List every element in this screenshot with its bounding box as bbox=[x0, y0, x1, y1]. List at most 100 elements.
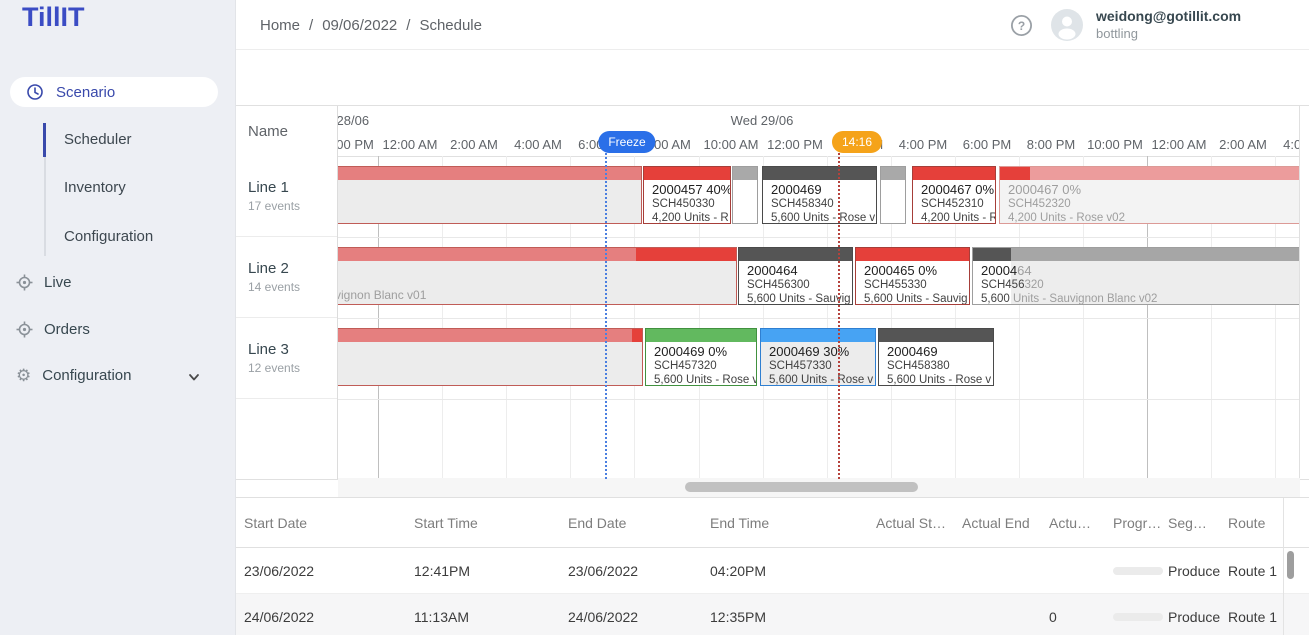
sidebar-item-orders[interactable]: Orders bbox=[16, 321, 90, 338]
resource-name: Line 1 bbox=[248, 179, 337, 196]
gantt-bar[interactable]: 2000469 30%SCH4573305,600 Units - Rose v bbox=[760, 328, 876, 386]
column-header[interactable]: Actu… bbox=[1049, 515, 1113, 531]
column-header[interactable]: Seg… bbox=[1168, 515, 1228, 531]
gantt-bar[interactable]: 2000467 0%SCH4523204,200 Units - Rose v0… bbox=[999, 166, 1300, 224]
freeze-line bbox=[605, 153, 607, 479]
column-header[interactable]: Route bbox=[1228, 515, 1283, 531]
timeline-time-label: 10:00 PM bbox=[1087, 137, 1143, 152]
breadcrumb-date[interactable]: 09/06/2022 bbox=[322, 17, 397, 34]
column-header[interactable]: End Time bbox=[710, 515, 876, 531]
breadcrumb-separator: / bbox=[406, 17, 410, 34]
column-header[interactable]: Actual End bbox=[962, 515, 1049, 531]
column-header[interactable]: Progr… bbox=[1113, 515, 1168, 531]
tillit-logo: TillIT bbox=[22, 2, 85, 33]
gantt-bar-body bbox=[881, 180, 905, 223]
sidebar-item-label: Live bbox=[44, 274, 72, 291]
chevron-down-icon[interactable] bbox=[187, 370, 201, 384]
timeline-time-label: 12:00 PM bbox=[767, 137, 823, 152]
resource-row-label: Line 2 14 events bbox=[236, 237, 337, 318]
breadcrumb-schedule[interactable]: Schedule bbox=[419, 17, 482, 34]
user-email: weidong@gotillit.com bbox=[1096, 8, 1241, 24]
table-body: 23/06/202212:41PM23/06/202204:20PMProduc… bbox=[236, 548, 1309, 635]
gantt-bar-body: 2000467 0%SCH4523204,200 Units - Rose v0… bbox=[1000, 180, 1300, 223]
gantt-bar-body: 2000469 30%SCH4573305,600 Units - Rose v bbox=[761, 342, 875, 385]
sidebar: TillIT Scenario Scheduler Inventory Conf… bbox=[0, 0, 236, 635]
gantt-bar-body: 2000469SCH4583805,600 Units - Rose v bbox=[879, 342, 993, 385]
timeline-time-label: 12:00 AM bbox=[383, 137, 438, 152]
gantt-bar-body: vignon Blanc v01 bbox=[338, 261, 736, 304]
gantt-bar[interactable] bbox=[880, 166, 906, 224]
scheduler-toolbar: WEEK bbox=[236, 50, 1309, 105]
gantt-bar[interactable] bbox=[338, 328, 643, 386]
help-icon[interactable]: ? bbox=[1010, 14, 1033, 37]
gantt-bar-body: 2000465 0%SCH4553305,600 Units - Sauvig bbox=[856, 261, 969, 304]
column-header[interactable]: End Date bbox=[568, 515, 710, 531]
gantt-bar[interactable]: vignon Blanc v01 bbox=[338, 247, 737, 305]
table-cell: Produce bbox=[1168, 563, 1228, 579]
gantt-bar[interactable]: 2000465 0%SCH4553305,600 Units - Sauvig bbox=[855, 247, 970, 305]
gantt-chart: Name Line 117 eventsLine 214 eventsLine … bbox=[236, 105, 1309, 480]
gantt-bar-body bbox=[733, 180, 757, 223]
sidebar-item-live[interactable]: Live bbox=[16, 274, 72, 291]
avatar[interactable] bbox=[1051, 9, 1083, 41]
table-row[interactable]: 23/06/202212:41PM23/06/202204:20PMProduc… bbox=[236, 548, 1309, 594]
active-indicator bbox=[43, 123, 46, 157]
gantt-bar[interactable]: 2000469 0%SCH4573205,600 Units - Rose v bbox=[645, 328, 757, 386]
gantt-bar-caption: vignon Blanc v01 bbox=[338, 288, 426, 302]
gantt-bar[interactable]: 2000464SCH4563205,600 Units - Sauvignon … bbox=[972, 247, 1300, 305]
timeline-time-label: 4:00 AM bbox=[1283, 137, 1300, 152]
sidebar-item-scheduler[interactable]: Scheduler bbox=[64, 131, 132, 151]
sidebar-item-configuration-sub[interactable]: Configuration bbox=[64, 228, 153, 248]
resource-name: Line 3 bbox=[248, 341, 337, 358]
gantt-name-col: Name Line 117 eventsLine 214 eventsLine … bbox=[236, 106, 338, 479]
gantt-bar[interactable]: 2000469SCH4583805,600 Units - Rose v bbox=[878, 328, 994, 386]
sidebar-item-scenario[interactable]: Scenario bbox=[10, 77, 218, 107]
column-header[interactable]: Actual St… bbox=[876, 515, 962, 531]
gantt-bar-header bbox=[1000, 167, 1300, 180]
gantt-bar[interactable]: 2000469SCH4583405,600 Units - Rose v bbox=[762, 166, 877, 224]
table-right-divider bbox=[1283, 498, 1284, 635]
table-cell: 12:35PM bbox=[710, 609, 876, 625]
freeze-badge[interactable]: Freeze bbox=[598, 131, 655, 153]
table-cell: Route 1 bbox=[1228, 609, 1283, 625]
table-cell: 24/06/2022 bbox=[244, 609, 414, 625]
sidebar-item-configuration[interactable]: ⚙ Configuration bbox=[16, 367, 131, 384]
table-cell: 23/06/2022 bbox=[568, 563, 710, 579]
gantt-bar[interactable]: 2000464SCH4563005,600 Units - Sauvig bbox=[738, 247, 853, 305]
timeline-time-label: 4:00 PM bbox=[899, 137, 947, 152]
timeline-header-divider bbox=[338, 156, 1300, 157]
gantt-bar[interactable]: 2000457 40%SCH4503304,200 Units - R bbox=[643, 166, 731, 224]
top-bar: Home / 09/06/2022 / Schedule ? weidong@g… bbox=[236, 0, 1309, 50]
gantt-bar-header bbox=[761, 329, 875, 342]
horizontal-scrollbar-thumb[interactable] bbox=[685, 482, 918, 492]
resource-name: Line 2 bbox=[248, 260, 337, 277]
timeline-day-label: Wed 29/06 bbox=[731, 113, 794, 128]
gantt-bar[interactable] bbox=[732, 166, 758, 224]
breadcrumb-home[interactable]: Home bbox=[260, 17, 300, 34]
gantt-bar[interactable]: 2000467 0%SCH4523104,200 Units - R bbox=[912, 166, 996, 224]
column-header[interactable]: Start Time bbox=[414, 515, 568, 531]
clock-icon bbox=[26, 83, 44, 101]
user-org: bottling bbox=[1096, 26, 1241, 41]
gantt-bar-header bbox=[879, 329, 993, 342]
table-row[interactable]: 24/06/202211:13AM24/06/202212:35PM0Produ… bbox=[236, 594, 1309, 635]
gantt-bar-body: 2000464SCH4563205,600 Units - Sauvignon … bbox=[973, 261, 1300, 304]
gantt-bar-body: 2000467 0%SCH4523104,200 Units - R bbox=[913, 180, 995, 223]
sidebar-item-inventory[interactable]: Inventory bbox=[64, 179, 126, 199]
column-header[interactable]: Start Date bbox=[244, 515, 414, 531]
table-cell: 11:13AM bbox=[414, 609, 568, 625]
timeline-day-label: Tue 28/06 bbox=[338, 113, 369, 128]
events-table: Start DateStart TimeEnd DateEnd TimeActu… bbox=[236, 497, 1309, 635]
timeline-area[interactable]: Tue 28/06Wed 29/0610:00 PM12:00 AM2:00 A… bbox=[338, 106, 1300, 479]
horizontal-scrollbar[interactable] bbox=[338, 478, 1300, 497]
timeline-time-label: 4:00 AM bbox=[514, 137, 562, 152]
gantt-bar-header bbox=[856, 248, 969, 261]
resource-event-count: 14 events bbox=[248, 280, 337, 294]
gantt-bar-header bbox=[644, 167, 730, 180]
gantt-bar-header bbox=[338, 167, 641, 180]
user-menu[interactable]: weidong@gotillit.com bottling bbox=[1096, 8, 1241, 41]
gantt-bar[interactable] bbox=[338, 166, 642, 224]
vertical-scrollbar-thumb[interactable] bbox=[1287, 551, 1294, 579]
gantt-bar-body: 2000464SCH4563005,600 Units - Sauvig bbox=[739, 261, 852, 304]
current-time-badge[interactable]: 14:16 bbox=[832, 131, 882, 153]
